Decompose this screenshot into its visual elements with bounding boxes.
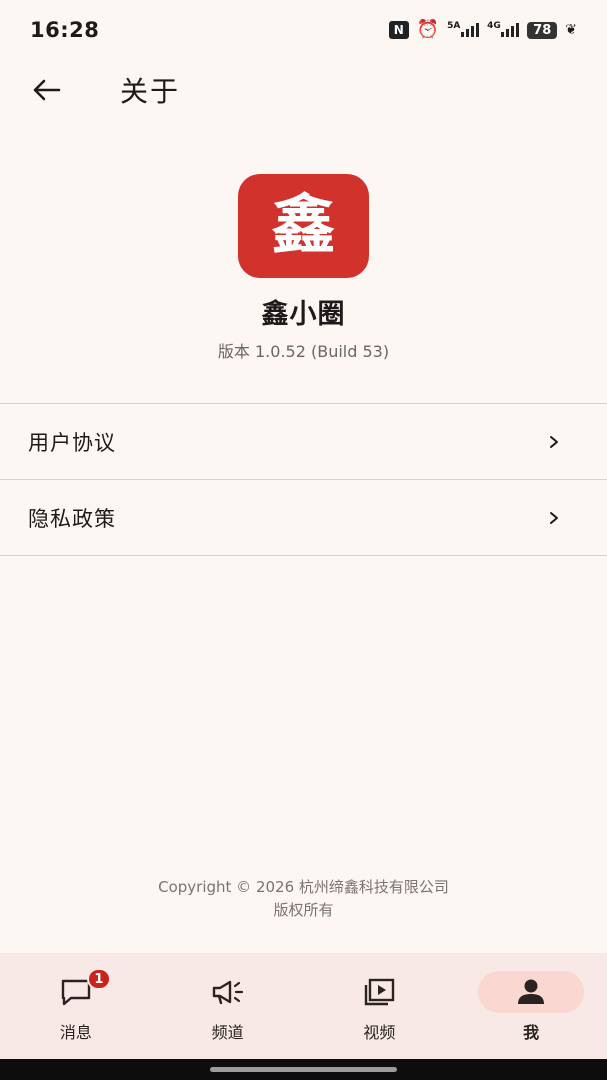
- megaphone-icon: [212, 980, 243, 1005]
- nav-label: 视频: [363, 1023, 396, 1042]
- status-bar: 16:28 N ⏰ 5A 4G 78 ❦: [0, 0, 607, 60]
- nav-messages[interactable]: 1 消息: [0, 953, 152, 1059]
- nfc-icon: N: [388, 21, 409, 39]
- unread-badge: 1: [86, 968, 111, 990]
- leaf-icon: ❦: [565, 22, 577, 38]
- app-bar: 关于: [0, 60, 607, 120]
- copyright-text: Copyright © 2026 杭州缔鑫科技有限公司: [158, 878, 449, 896]
- about-links-list: 用户协议 隐私政策: [0, 403, 607, 556]
- nav-icon-container: [326, 971, 432, 1013]
- back-button[interactable]: [22, 66, 70, 114]
- nav-icon-container: [478, 971, 585, 1013]
- app-name: 鑫小圈: [261, 299, 346, 330]
- copyright-notice: Copyright © 2026 杭州缔鑫科技有限公司 版权所有: [0, 876, 607, 922]
- nav-channels[interactable]: 频道: [152, 953, 304, 1059]
- person-icon: [518, 979, 545, 1004]
- system-navigation-bar: [0, 1059, 607, 1080]
- arrow-left-icon: [33, 79, 61, 101]
- nav-videos[interactable]: 视频: [304, 953, 456, 1059]
- app-logo-char: 鑫: [271, 188, 336, 263]
- signal-5a-label: 5A: [447, 21, 461, 31]
- app-logo: 鑫: [238, 174, 369, 278]
- signal-4g-icon: 4G: [487, 21, 520, 37]
- alarm-icon: ⏰: [416, 19, 440, 40]
- privacy-policy-item[interactable]: 隐私政策: [0, 480, 607, 556]
- nav-icon-container: [175, 971, 281, 1013]
- battery-icon: 78: [527, 21, 558, 39]
- nav-label: 我: [523, 1023, 540, 1042]
- list-item-label: 用户协议: [28, 430, 116, 455]
- bottom-navigation: 1 消息 频道 视频 我: [0, 953, 607, 1059]
- nav-icon-container: 1: [23, 968, 129, 1013]
- nav-label: 消息: [59, 1023, 92, 1042]
- chevron-right-icon: [550, 511, 558, 524]
- about-screen: 16:28 N ⏰ 5A 4G 78 ❦ 关于 鑫 鑫小圈 版本 1.0.52 …: [0, 0, 607, 1080]
- nav-label: 频道: [211, 1023, 244, 1042]
- page-title: 关于: [120, 75, 181, 108]
- status-time: 16:28: [30, 18, 100, 42]
- chevron-right-icon: [550, 435, 558, 448]
- status-icons: N ⏰ 5A 4G 78 ❦: [388, 19, 577, 40]
- app-version: 版本 1.0.52 (Build 53): [217, 342, 390, 361]
- video-play-icon: [365, 978, 395, 1006]
- signal-5a-icon: 5A: [447, 21, 480, 37]
- rights-text: 版权所有: [273, 901, 334, 919]
- list-item-label: 隐私政策: [28, 506, 116, 531]
- home-indicator[interactable]: [210, 1067, 397, 1072]
- signal-4g-label: 4G: [487, 21, 501, 31]
- nav-profile[interactable]: 我: [455, 953, 607, 1059]
- user-agreement-item[interactable]: 用户协议: [0, 404, 607, 480]
